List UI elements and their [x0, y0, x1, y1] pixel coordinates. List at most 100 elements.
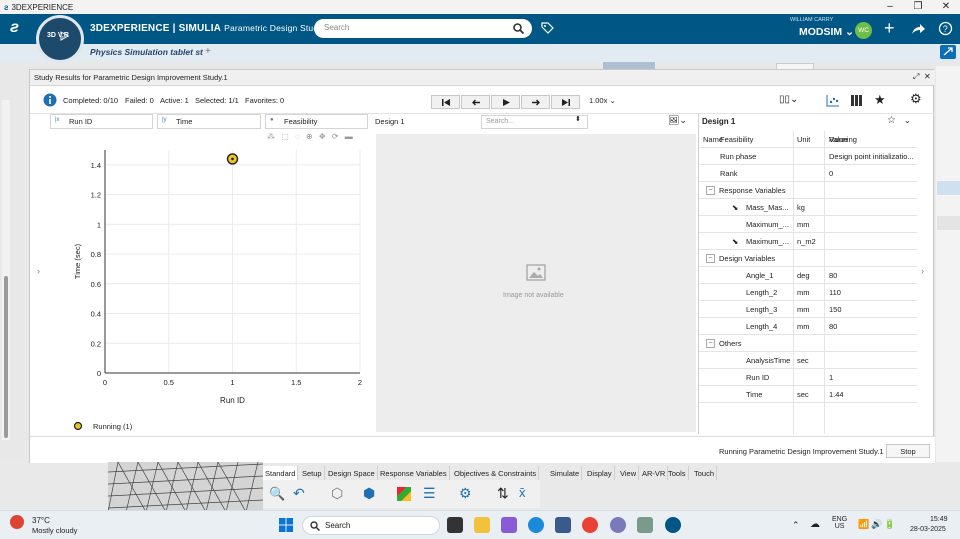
columns-icon[interactable]	[850, 94, 863, 107]
search-input[interactable]: Search	[314, 19, 532, 38]
table-row[interactable]: Length_2 mm 110	[699, 284, 917, 301]
table-row[interactable]: Feasibility Running	[699, 131, 917, 148]
table-group-row[interactable]: − Others	[699, 335, 917, 352]
panel-close-icon[interactable]: ✕	[924, 72, 931, 81]
next-button[interactable]	[521, 95, 550, 109]
design-search-input[interactable]: Search...	[481, 115, 588, 129]
action-tab-objectives-constraints[interactable]: Objectives & Constraints	[452, 466, 540, 480]
shape-icon[interactable]: ⬡	[331, 485, 343, 502]
table-row[interactable]: Maximum_... mm	[699, 216, 917, 233]
table-row[interactable]: AnalysisTime sec	[699, 352, 917, 369]
table-row[interactable]: Time sec 1.44	[699, 386, 917, 403]
action-tab-ar-vr[interactable]: AR-VR	[640, 466, 669, 480]
action-tab-design-space[interactable]: Design Space	[326, 466, 378, 480]
x-axis-filter[interactable]: |x Run ID	[50, 114, 153, 129]
action-tab-simulate[interactable]: Simulate	[548, 466, 583, 480]
scatter-chart-icon[interactable]	[826, 94, 840, 107]
share-icon[interactable]	[911, 23, 926, 35]
color-map-icon[interactable]	[397, 487, 411, 501]
table-row[interactable]: Length_3 mm 150	[699, 301, 917, 318]
action-tab-touch[interactable]: Touch	[692, 466, 718, 480]
previous-button[interactable]	[461, 95, 490, 109]
color-filter[interactable]: ● Feasibility	[265, 114, 368, 129]
arrow-left-icon	[471, 99, 480, 106]
sort-icon[interactable]: ⇅	[497, 485, 509, 502]
action-tab-standard[interactable]: Standard	[263, 466, 299, 480]
table-row[interactable]: Run ID 1	[699, 369, 917, 386]
stepper-icon[interactable]: ⬍	[575, 115, 581, 123]
design-table-panel: Design 1 ☆ ⌄ Name Unit Value Feasibility Run…	[698, 114, 917, 434]
star-outline-icon[interactable]: ☆	[887, 115, 896, 126]
table-row[interactable]: Angle_1 deg 80	[699, 267, 917, 284]
scatter-chart[interactable]: 0 0.2 0.4 0.6 0.8 1 1.2 1.4 0 0.5 1 1.5 2 Run ID Time …	[47, 130, 372, 435]
chrome-icon[interactable]	[582, 517, 598, 533]
first-button[interactable]	[431, 95, 460, 109]
edge-icon[interactable]	[528, 517, 544, 533]
weather-icon[interactable]	[10, 515, 24, 529]
collapse-right-icon[interactable]: ›	[921, 266, 924, 276]
file-explorer-icon[interactable]	[474, 517, 490, 533]
app-selector[interactable]: MODSIM ⌄	[799, 26, 854, 38]
left-scrollbar[interactable]	[2, 100, 10, 440]
last-button[interactable]	[551, 95, 580, 109]
table-row[interactable]: Rank 0	[699, 165, 917, 182]
action-tab-view[interactable]: View	[618, 466, 640, 480]
app2-icon[interactable]	[637, 517, 653, 533]
panel-maximize-icon[interactable]: ⤢	[913, 72, 919, 82]
table-group-row[interactable]: − Design Variables	[699, 250, 917, 267]
3dexperience-taskbar-icon[interactable]	[665, 517, 681, 533]
collapse-toggle-icon[interactable]: −	[706, 339, 715, 348]
network-volume-battery-icons[interactable]: 📶🔊🔋	[858, 519, 898, 530]
close-button[interactable]: ✕	[932, 0, 960, 14]
action-tab-display[interactable]: Display	[585, 466, 615, 480]
task-view-icon[interactable]	[447, 517, 463, 533]
maximize-button[interactable]: ❐	[904, 0, 932, 14]
expand-button[interactable]	[940, 45, 956, 59]
tag-icon[interactable]	[540, 21, 554, 35]
minimize-button[interactable]: –	[876, 0, 904, 14]
add-icon[interactable]: +	[884, 18, 895, 39]
table-row[interactable]: ⬊ Mass_Mas... kg	[699, 199, 917, 216]
zoom-icon[interactable]: 🔍	[269, 486, 285, 502]
y-axis-filter[interactable]: |y Time	[157, 114, 261, 129]
collapse-toggle-icon[interactable]: −	[706, 254, 715, 263]
table-row[interactable]: Length_4 mm 80	[699, 318, 917, 335]
table-menu-icon[interactable]: ⌄	[904, 116, 911, 125]
settings-cog-icon[interactable]: ⚙	[459, 485, 472, 502]
layout-icon[interactable]: ▯▯⌄	[779, 94, 798, 105]
undo-icon[interactable]: ↶	[293, 485, 305, 502]
action-tab-response-variables[interactable]: Response Variables	[378, 466, 450, 480]
settings-gear-icon[interactable]: ⚙	[910, 91, 922, 107]
action-tab-tools[interactable]: Tools	[666, 466, 689, 480]
info-icon[interactable]	[43, 93, 57, 107]
cloud-icon[interactable]: ☁	[810, 519, 820, 530]
help-icon[interactable]: ?	[938, 21, 953, 36]
collapse-toggle-icon[interactable]: −	[706, 186, 715, 195]
play-button[interactable]	[491, 95, 520, 109]
search-icon[interactable]	[513, 23, 524, 34]
table-row[interactable]: ⬊ Maximum_... n_m2	[699, 233, 917, 250]
teams-icon[interactable]	[501, 517, 517, 533]
windows-start-icon[interactable]	[279, 518, 293, 532]
tray-chevron-icon[interactable]: ⌃	[792, 520, 800, 531]
list-icon[interactable]: ☰	[423, 485, 436, 502]
collapse-left-icon[interactable]: ›	[37, 266, 40, 276]
avatar[interactable]: WC	[855, 22, 872, 39]
image-options-icon[interactable]: 🖼⌄	[668, 115, 687, 126]
taskbar-search[interactable]: Search	[302, 516, 440, 535]
formula-icon[interactable]: x̄	[519, 485, 526, 500]
speed-dropdown[interactable]: 1.00x ⌄	[589, 96, 616, 105]
design-space-icon[interactable]: ⬢	[363, 485, 375, 502]
action-tab-setup[interactable]: Setup	[300, 466, 325, 480]
scrollbar-thumb[interactable]	[4, 276, 8, 438]
table-row[interactable]: Run phase Design point initializatio...	[699, 148, 917, 165]
favorite-star-icon[interactable]: ★	[874, 92, 886, 108]
add-tab-button[interactable]: +	[205, 46, 211, 57]
store-icon[interactable]	[555, 517, 571, 533]
language-indicator[interactable]: ENG US	[832, 516, 847, 530]
compass-widget[interactable]: 3D V,R	[36, 15, 84, 63]
tab-physics-simulation[interactable]: Physics Simulation tablet st	[90, 47, 203, 57]
table-group-row[interactable]: − Response Variables	[699, 182, 917, 199]
app-icon[interactable]	[610, 517, 626, 533]
stop-button[interactable]: Stop	[886, 444, 930, 458]
